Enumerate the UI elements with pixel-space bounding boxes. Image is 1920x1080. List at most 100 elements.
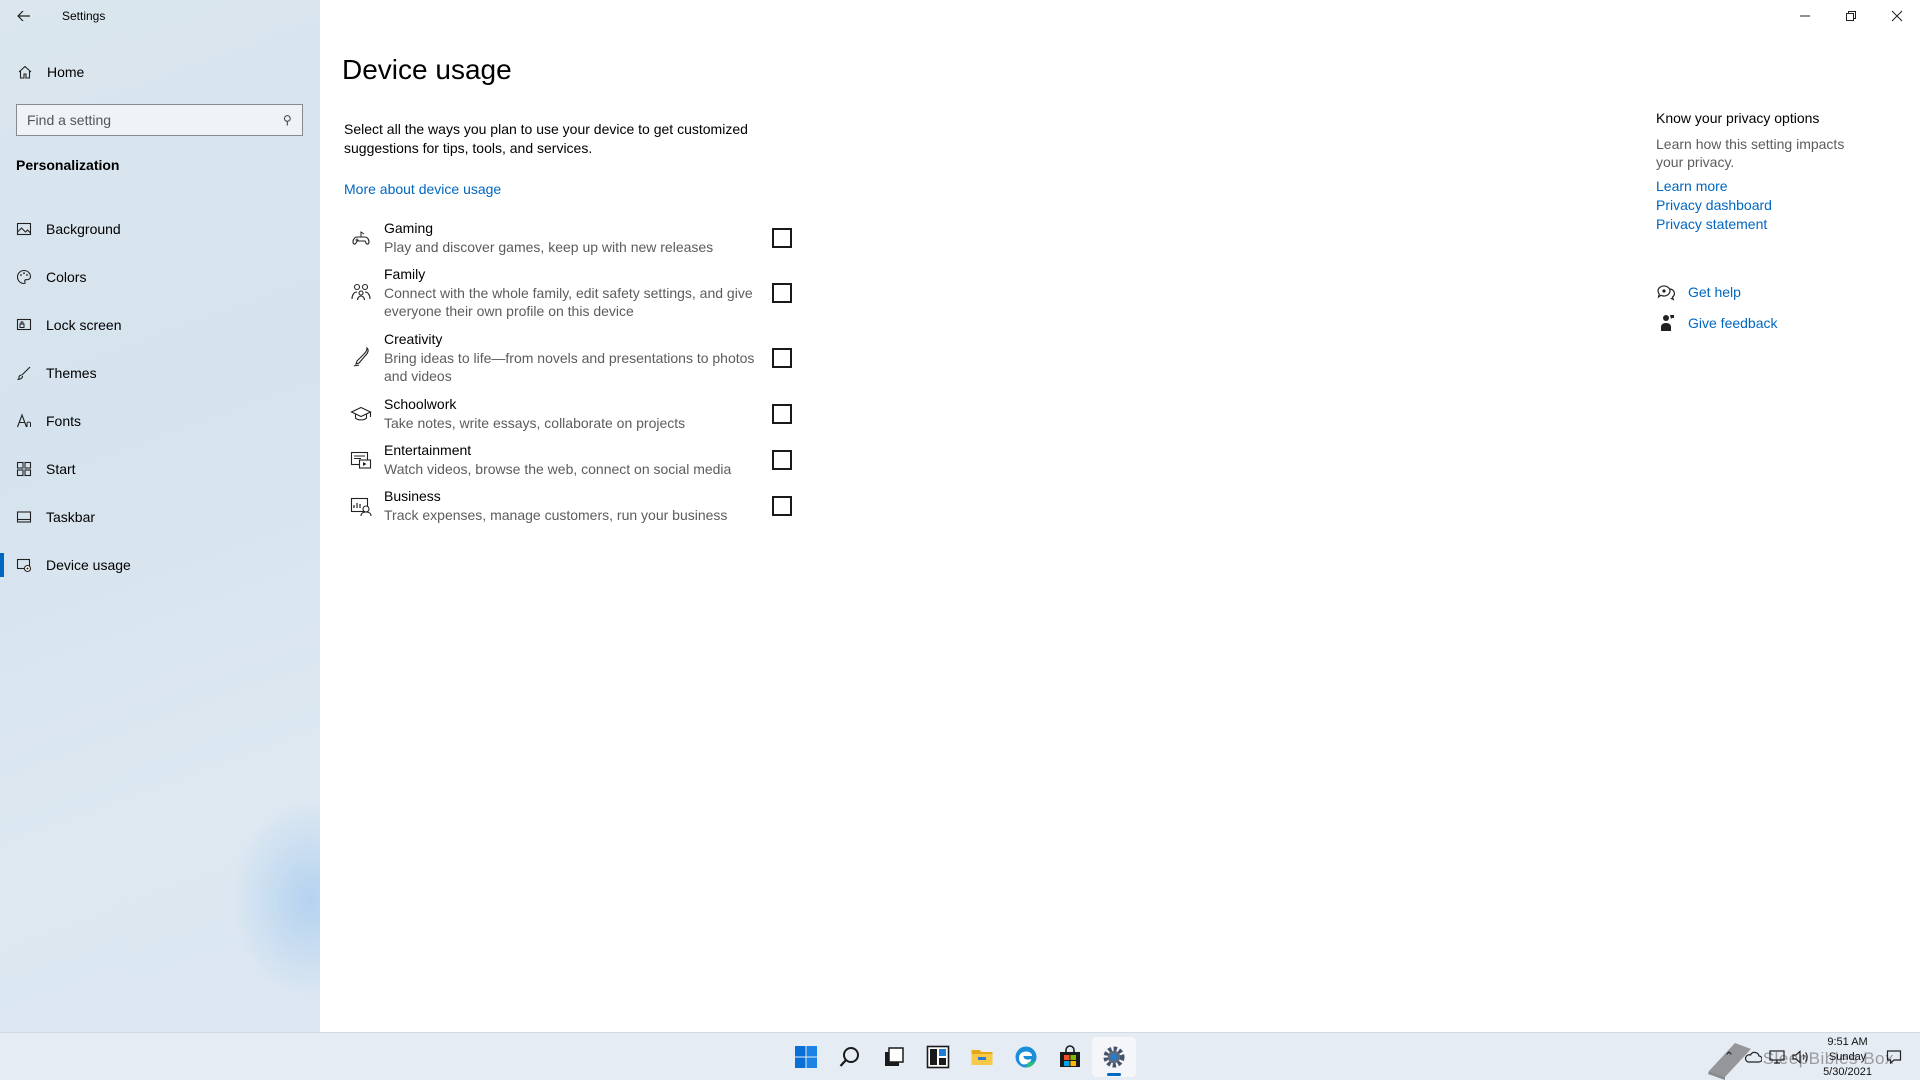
privacy-dashboard-link[interactable]: Privacy dashboard [1656, 196, 1896, 215]
minimize-button[interactable] [1782, 0, 1828, 32]
search-input[interactable] [27, 112, 267, 128]
get-help-link[interactable]: Get help [1688, 283, 1741, 302]
cloud-icon [1745, 1051, 1763, 1063]
page-title: Device usage [342, 54, 512, 85]
close-button[interactable] [1874, 0, 1920, 32]
minimize-icon [1800, 15, 1810, 17]
privacy-statement-link[interactable]: Privacy statement [1656, 215, 1896, 234]
settings-icon [1103, 1046, 1125, 1068]
taskbar-start-button[interactable] [784, 1037, 828, 1077]
option-title: Entertainment [384, 442, 472, 458]
entertainment-checkbox[interactable] [772, 450, 792, 470]
taskbar-task-view-button[interactable] [872, 1037, 916, 1077]
volume-button[interactable] [1789, 1045, 1813, 1069]
more-about-device-usage-link[interactable]: More about device usage [344, 181, 501, 197]
option-creativity: Creativity Bring ideas to life—from nove… [350, 330, 800, 395]
sidebar-item-home[interactable]: Home [0, 56, 320, 88]
search-box[interactable]: ⚲ [16, 104, 303, 136]
gaming-checkbox[interactable] [772, 228, 792, 248]
clock-date: 5/30/2021 [1823, 1065, 1872, 1078]
restore-button[interactable] [1828, 0, 1874, 32]
notification-icon [1886, 1050, 1902, 1065]
store-icon [1060, 1045, 1080, 1067]
sidebar-item-label: Background [46, 221, 121, 237]
home-icon [18, 65, 32, 79]
edge-icon [1015, 1046, 1037, 1068]
sidebar-item-colors[interactable]: Colors [0, 253, 320, 301]
family-checkbox[interactable] [772, 283, 792, 303]
sidebar-item-label: Themes [46, 365, 97, 381]
taskbar-icon [16, 511, 32, 523]
privacy-subtext: Learn how this setting impacts your priv… [1656, 136, 1845, 170]
notifications-button[interactable] [1882, 1045, 1906, 1069]
network-button[interactable] [1765, 1045, 1789, 1069]
app-title: Settings [62, 9, 106, 23]
give-feedback-link[interactable]: Give feedback [1688, 314, 1778, 333]
clock[interactable]: 9:51 AM Sunday 5/30/2021 [1823, 1035, 1872, 1080]
sidebar-item-background[interactable]: Background [0, 205, 320, 253]
back-arrow-icon [17, 10, 30, 22]
file-explorer-icon [971, 1050, 993, 1065]
taskbar-search-button[interactable] [828, 1037, 872, 1077]
device-usage-icon [16, 558, 32, 573]
close-icon [1891, 10, 1903, 22]
palette-icon [16, 269, 32, 285]
option-title: Business [384, 488, 441, 504]
taskbar-edge-button[interactable] [1004, 1037, 1048, 1077]
sidebar: Settings Home ⚲ Personalization Backgrou… [0, 0, 320, 1032]
option-title: Gaming [384, 220, 434, 236]
sidebar-glow [230, 800, 320, 1000]
chevron-up-icon: ⌃ [1723, 1049, 1735, 1064]
taskbar-apps [784, 1033, 1136, 1080]
onedrive-button[interactable] [1741, 1045, 1765, 1069]
taskbar-store-button[interactable] [1048, 1037, 1092, 1077]
sidebar-item-label: Lock screen [46, 317, 122, 333]
taskbar: SleepBibles Box ⌃ 9:51 AM Sunday 5/30/20… [0, 1032, 1920, 1080]
search-icon [839, 1047, 859, 1067]
clock-day: Sunday [1828, 1050, 1867, 1063]
option-title: Schoolwork [384, 396, 457, 412]
related-panel: Know your privacy options Learn how this… [1656, 110, 1896, 333]
show-hidden-icons-button[interactable]: ⌃ [1717, 1045, 1741, 1069]
learn-more-link[interactable]: Learn more [1656, 177, 1896, 196]
business-checkbox[interactable] [772, 496, 792, 516]
restore-icon [1846, 11, 1856, 21]
font-icon [16, 413, 31, 428]
network-icon [1769, 1050, 1785, 1064]
sidebar-item-label: Home [47, 64, 85, 80]
taskbar-widgets-button[interactable] [916, 1037, 960, 1077]
sidebar-item-start[interactable]: Start [0, 445, 320, 493]
taskbar-settings-button[interactable] [1092, 1037, 1136, 1077]
creativity-checkbox[interactable] [772, 348, 792, 368]
sidebar-item-label: Fonts [46, 413, 82, 429]
family-icon [351, 283, 371, 301]
sidebar-item-device-usage[interactable]: Device usage [0, 541, 320, 589]
option-description: Bring ideas to life—from novels and pres… [384, 350, 755, 384]
option-description: Connect with the whole family, edit safe… [384, 285, 753, 319]
sidebar-item-fonts[interactable]: Fonts [0, 397, 320, 445]
sidebar-item-taskbar[interactable]: Taskbar [0, 493, 320, 541]
sidebar-item-label: Start [46, 461, 76, 477]
task-view-icon [885, 1047, 904, 1066]
option-description: Take notes, write essays, collaborate on… [384, 415, 686, 431]
sidebar-nav: Background Colors Lock screen Themes Fon… [0, 205, 320, 589]
sidebar-item-themes[interactable]: Themes [0, 349, 320, 397]
graduation-cap-icon [350, 406, 372, 421]
window-controls [1782, 0, 1920, 32]
back-button[interactable] [0, 0, 48, 32]
picture-icon [16, 222, 32, 236]
feedback-icon [1661, 315, 1674, 331]
sidebar-item-label: Device usage [46, 557, 131, 573]
clock-time: 9:51 AM [1827, 1035, 1868, 1048]
lock-screen-icon [16, 318, 32, 331]
option-description: Play and discover games, keep up with ne… [384, 239, 714, 255]
option-description: Track expenses, manage customers, run yo… [384, 507, 728, 523]
start-icon [16, 461, 32, 477]
give-feedback-row[interactable]: Give feedback [1656, 313, 1896, 333]
get-help-row[interactable]: Get help [1656, 282, 1896, 302]
media-icon [350, 451, 372, 469]
sidebar-item-lock-screen[interactable]: Lock screen [0, 301, 320, 349]
schoolwork-checkbox[interactable] [772, 404, 792, 424]
option-title: Creativity [384, 331, 443, 347]
taskbar-file-explorer-button[interactable] [960, 1037, 1004, 1077]
